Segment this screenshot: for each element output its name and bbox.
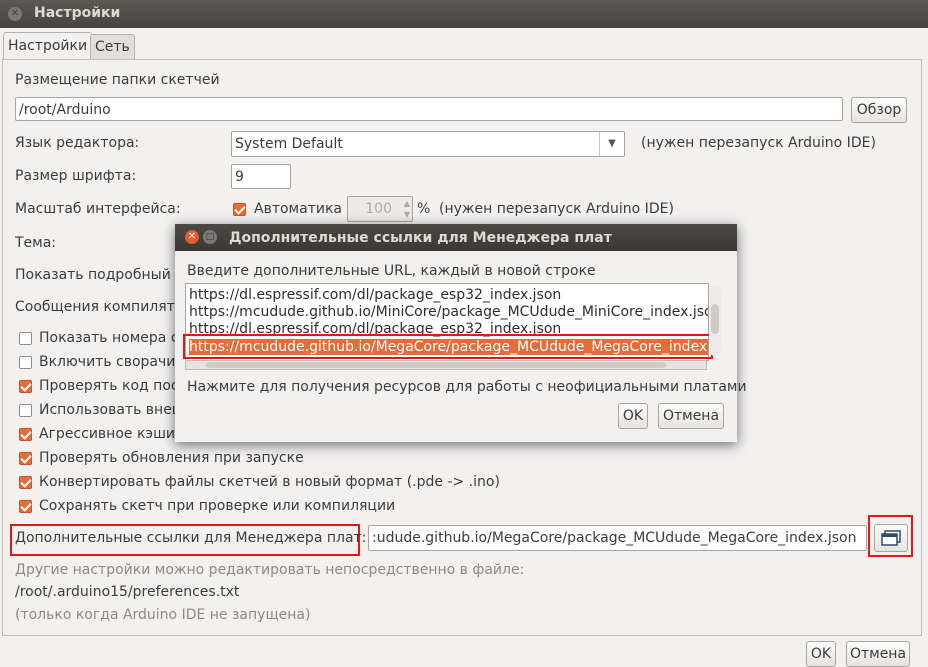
more-prefs-text: Другие настройки можно редактировать неп… [15,562,525,578]
board-urls-input[interactable]: :udude.github.io/MegaCore/package_MCUdud… [368,525,867,551]
checkbox-aggressive-cache-label: Агрессивное кэшир [39,426,184,442]
checkbox-external-editor-label: Использовать внеш [39,402,185,418]
board-urls-dialog: ✕ □ Дополнительные ссылки для Менеджера … [175,224,747,442]
selected-url-highlight [183,334,713,359]
dialog-instructions: Введите дополнительные URL, каждый в нов… [187,263,596,279]
vertical-scrollbar-thumb[interactable] [711,304,719,334]
checkbox-line-numbers-label: Показать номера ст [39,330,187,346]
window-titlebar: ✕ Настройки [0,0,928,28]
checkbox-check-updates-label: Проверять обновления при запуске [39,450,304,466]
scale-label: Масштаб интерфейса: [15,201,181,217]
scale-value: 100 [365,201,392,217]
dialog-close-icon[interactable]: ✕ [185,230,199,244]
dialog-title: Дополнительные ссылки для Менеджера плат [229,230,612,246]
vertical-scrollbar[interactable] [709,286,721,356]
dialog-maximize-icon[interactable]: □ [203,230,217,244]
prefs-note: (только когда Arduino IDE не запущена) [15,607,311,623]
scale-auto-label: Автоматика [254,201,342,217]
tab-network-label: Сеть [95,39,130,55]
sketchbook-path-input[interactable]: /root/Arduino [15,97,843,121]
prefs-path: /root/.arduino15/preferences.txt [15,584,240,600]
sketchbook-label: Размещение папки скетчей [15,72,220,88]
checkbox-check-updates[interactable] [19,452,32,465]
checkbox-save-on-verify-label: Сохранять скетч при проверке или компиля… [39,498,396,514]
checkbox-code-folding-label: Включить сворачив [39,354,184,370]
horizontal-scrollbar-thumb[interactable] [206,362,666,368]
checkbox-external-editor[interactable] [19,404,32,417]
scale-restart-note: (нужен перезапуск Arduino IDE) [439,201,674,217]
checkbox-aggressive-cache[interactable] [19,428,32,441]
theme-label: Тема: [15,235,57,251]
tab-settings[interactable]: Настройки [3,32,93,61]
font-size-input[interactable]: 9 [231,164,291,189]
tab-settings-label: Настройки [8,38,88,54]
window-title: Настройки [34,5,121,21]
scale-spinner: 100 ▲ ▼ [347,196,413,222]
language-value: System Default [235,136,343,152]
chevron-down-icon[interactable]: ▼ [599,132,624,156]
verbose-label: Показать подробный в [15,267,184,283]
language-restart-note: (нужен перезапуск Arduino IDE) [641,135,876,151]
dialog-titlebar: ✕ □ Дополнительные ссылки для Менеджера … [175,224,737,251]
horizontal-scrollbar[interactable] [185,360,707,370]
cancel-button[interactable]: Отмена [846,641,910,667]
dialog-cancel-button[interactable]: Отмена [658,403,724,429]
tab-network[interactable]: Сеть [90,34,135,60]
unofficial-boards-link[interactable]: Нажмите для получения ресурсов для работ… [187,379,747,395]
close-icon[interactable]: ✕ [8,7,22,21]
checkbox-verify-upload-label: Проверять код пос [39,378,179,394]
window-icon [881,530,901,546]
checkbox-convert-sketch[interactable] [19,476,32,489]
url-line: https://mcudude.github.io/MiniCore/packa… [189,304,709,320]
ok-button[interactable]: OK [806,641,836,667]
checkbox-line-numbers[interactable] [19,332,32,345]
language-select[interactable]: System Default ▼ [231,131,625,157]
font-size-label: Размер шрифта: [15,168,137,184]
checkbox-verify-upload[interactable] [19,380,32,393]
checkbox-convert-sketch-label: Конвертировать файлы скетчей в новый фор… [39,474,500,490]
checkbox-save-on-verify[interactable] [19,500,32,513]
language-label: Язык редактора: [15,135,140,151]
url-line: https://dl.espressif.com/dl/package_esp3… [189,287,562,303]
checkbox-code-folding[interactable] [19,356,32,369]
scale-auto-checkbox[interactable] [233,203,246,216]
dialog-ok-button[interactable]: OK [618,403,648,429]
edit-board-urls-button[interactable] [874,524,908,552]
browse-button[interactable]: Обзор [851,97,907,123]
compiler-warnings-label: Сообщения компилято [15,299,184,315]
board-urls-label: Дополнительные ссылки для Менеджера плат… [15,530,367,546]
spinner-arrows-icon: ▲ ▼ [403,199,410,219]
scale-unit: % [417,201,431,217]
